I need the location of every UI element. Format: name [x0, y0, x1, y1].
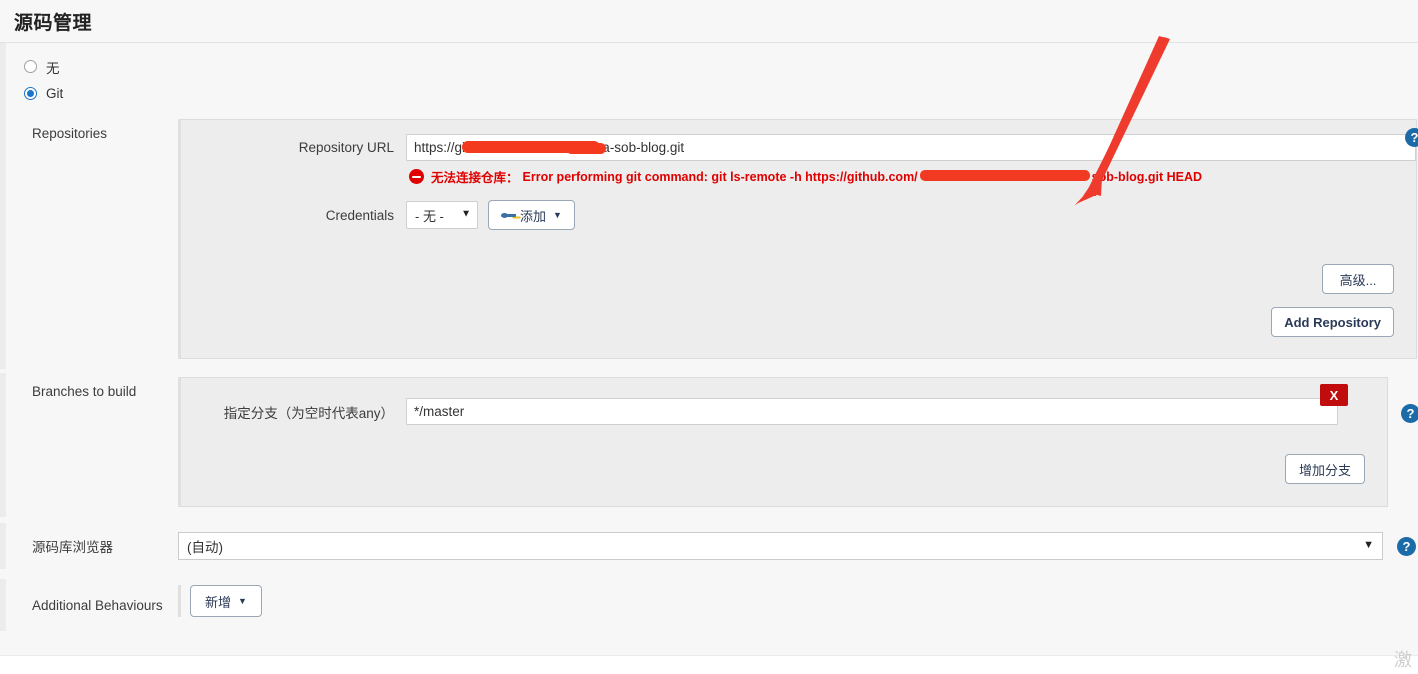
radio-git-icon[interactable]	[24, 87, 37, 100]
repository-url-error: 无法连接仓库： Error performing git command: gi…	[409, 167, 1416, 190]
repositories-section: Repositories Repository URL 无法连接仓库： Erro…	[0, 115, 1418, 369]
activation-watermark: 激	[1394, 650, 1412, 671]
repositories-section-help-icon[interactable]: ?	[1405, 128, 1418, 147]
credentials-row: Credentials - 无 - ▼ 添加 ▼	[181, 190, 1416, 236]
scm-type-radio-group: 无 Git	[0, 43, 1418, 115]
add-repository-button-row: Add Repository	[181, 307, 1416, 337]
delete-branch-button[interactable]: X	[1320, 384, 1348, 406]
add-branch-button[interactable]: 增加分支	[1285, 454, 1365, 484]
add-branch-button-row: 增加分支	[181, 454, 1387, 484]
credentials-select[interactable]: - 无 -	[406, 201, 478, 229]
branches-section: Branches to build 指定分支（为空时代表any） X 增加分支 …	[0, 373, 1418, 517]
additional-behaviours-label: Additional Behaviours	[32, 598, 163, 613]
error-prefix: 无法连接仓库：	[431, 171, 519, 185]
radio-none-icon[interactable]	[24, 60, 37, 73]
additional-behaviours-row: Additional Behaviours 新增 ▼	[0, 579, 1418, 631]
scm-option-none-label: 无	[46, 60, 60, 76]
advanced-button[interactable]: 高级...	[1322, 264, 1394, 294]
page-title: 源码管理	[14, 13, 93, 34]
caret-down-icon: ▼	[553, 210, 562, 220]
repositories-section-label: Repositories	[32, 126, 108, 141]
repository-browser-row: 源码库浏览器 (自动) ▼ ?	[0, 523, 1418, 569]
behaviours-divider	[178, 585, 181, 617]
add-repository-button[interactable]: Add Repository	[1271, 307, 1394, 337]
branch-spec-help-icon[interactable]: ?	[1401, 404, 1418, 423]
branch-spec-input[interactable]	[406, 398, 1338, 425]
scm-option-git-label: Git	[46, 86, 64, 101]
repository-url-input[interactable]	[406, 134, 1416, 161]
scm-option-none[interactable]: 无	[24, 53, 1418, 80]
repository-url-row: Repository URL	[181, 120, 1416, 167]
add-credentials-button[interactable]: 添加 ▼	[488, 200, 575, 230]
chevron-down-icon: ▼	[1363, 539, 1374, 551]
error-icon	[409, 169, 424, 184]
branch-spec-row: 指定分支（为空时代表any） X	[181, 378, 1387, 431]
branches-section-label: Branches to build	[32, 384, 137, 399]
repositories-panel: Repository URL 无法连接仓库： Error performing …	[178, 119, 1417, 359]
repository-browser-label: 源码库浏览器	[32, 540, 113, 555]
add-behaviour-label: 新增	[205, 594, 232, 610]
credentials-select-wrap: - 无 - ▼	[406, 201, 478, 229]
branch-spec-label: 指定分支（为空时代表any）	[223, 405, 394, 421]
repository-browser-select[interactable]: (自动)	[178, 532, 1383, 560]
repository-url-label: Repository URL	[298, 140, 394, 155]
error-message-head: Error performing git command: git ls-rem…	[522, 169, 918, 184]
error-message-tail: sob-blog.git HEAD	[1091, 169, 1203, 184]
advanced-button-row: 高级...	[181, 264, 1416, 294]
bottom-strip	[0, 655, 1418, 674]
repository-browser-help-icon[interactable]: ?	[1397, 536, 1416, 556]
key-icon	[501, 210, 516, 221]
branches-panel: 指定分支（为空时代表any） X 增加分支 ?	[178, 377, 1418, 507]
error-redaction-mark	[919, 170, 1090, 181]
add-credentials-label: 添加	[520, 208, 547, 224]
scm-option-git[interactable]: Git	[24, 80, 1418, 107]
credentials-label: Credentials	[325, 207, 394, 223]
add-behaviour-button[interactable]: 新增 ▼	[190, 585, 262, 617]
caret-down-icon: ▼	[238, 596, 247, 606]
